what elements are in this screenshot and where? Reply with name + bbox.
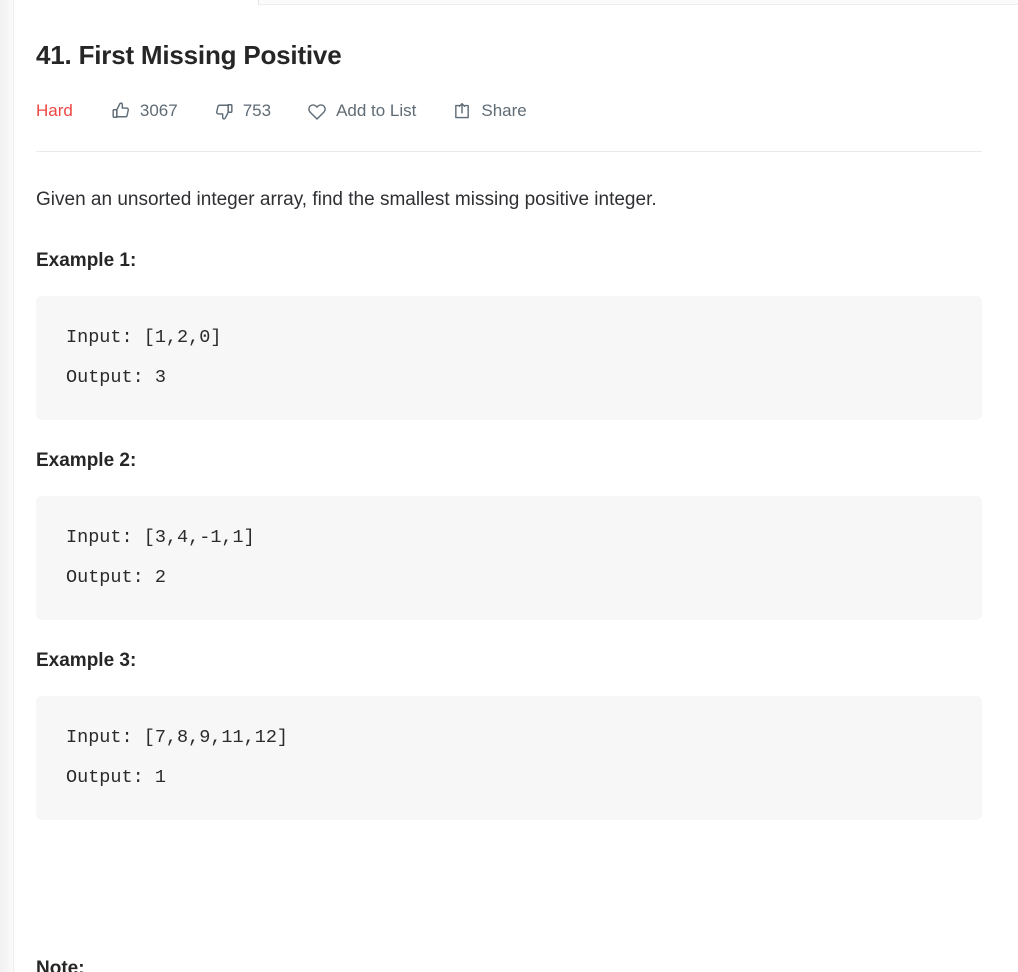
share-label: Share — [481, 101, 527, 120]
example-1-heading: Example 1: — [36, 250, 137, 271]
add-to-list-label: Add to List — [336, 101, 417, 120]
thumbs-down-icon — [214, 101, 234, 121]
example-2-code: Input: [3,4,-1,1] Output: 2 — [66, 527, 255, 588]
share-button[interactable]: Share — [452, 100, 527, 122]
page-title: 41. First Missing Positive — [36, 40, 342, 70]
dislike-count: 753 — [242, 101, 272, 120]
problem-content: 41. First Missing Positive Hard 3067 753… — [36, 0, 982, 820]
example-1-code-block: Input: [1,2,0] Output: 3 — [36, 296, 982, 420]
add-to-list-button[interactable]: Add to List — [307, 100, 416, 122]
example-2-heading: Example 2: — [36, 450, 137, 471]
dislike-button[interactable]: 753 — [214, 100, 271, 122]
problem-action-bar: Hard 3067 753 Add to List Share — [36, 94, 982, 128]
difficulty-badge: Hard — [36, 101, 73, 120]
example-3-heading: Example 3: — [36, 650, 137, 671]
thumbs-up-icon — [111, 101, 131, 121]
share-icon — [452, 101, 472, 121]
panel-edge-divider — [13, 0, 14, 972]
heart-icon — [307, 101, 327, 121]
example-1-code: Input: [1,2,0] Output: 3 — [66, 327, 222, 388]
problem-description-pane: 41. First Missing Positive Hard 3067 753… — [0, 0, 1018, 972]
example-2-code-block: Input: [3,4,-1,1] Output: 2 — [36, 496, 982, 620]
like-button[interactable]: 3067 — [111, 100, 178, 122]
like-count: 3067 — [139, 101, 178, 120]
example-3-code: Input: [7,8,9,11,12] Output: 1 — [66, 727, 289, 788]
example-3-code-block: Input: [7,8,9,11,12] Output: 1 — [36, 696, 982, 820]
problem-description-text: Given an unsorted integer array, find th… — [36, 189, 657, 210]
note-heading: Note: — [36, 958, 85, 972]
